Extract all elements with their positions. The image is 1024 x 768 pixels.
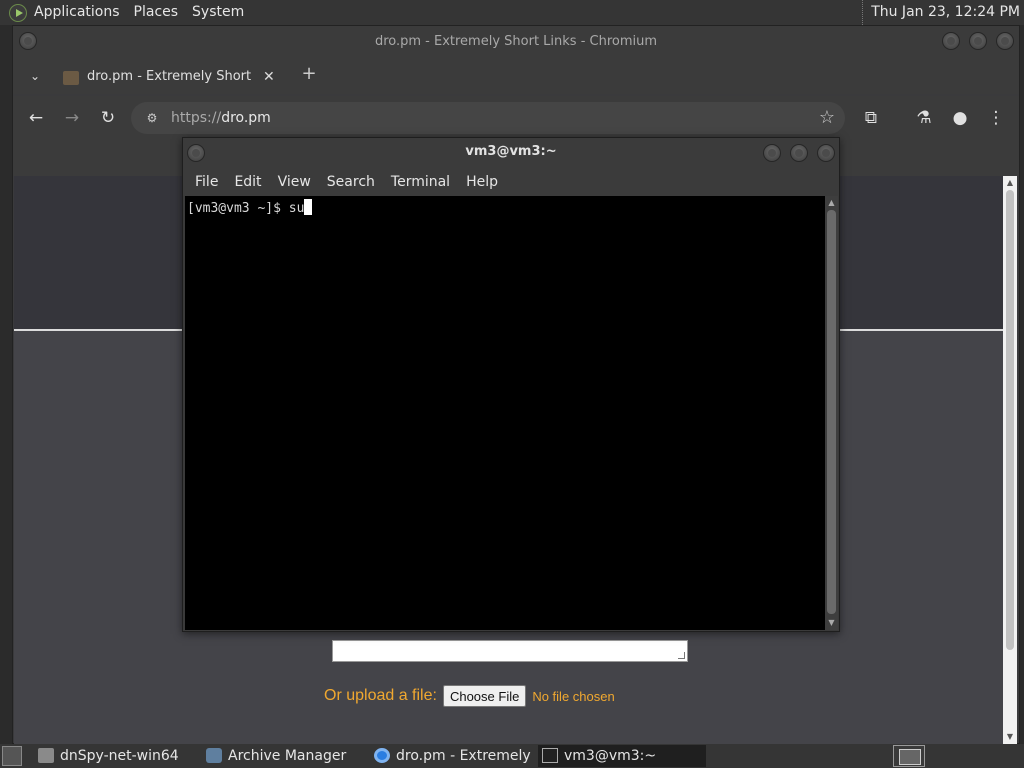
- terminal-cursor: [304, 199, 313, 215]
- maximize-button[interactable]: [969, 32, 987, 50]
- terminal-scroll-up-icon[interactable]: ▲: [825, 196, 838, 210]
- terminal-scroll-thumb[interactable]: [827, 210, 836, 614]
- scroll-thumb[interactable]: [1006, 190, 1014, 650]
- address-bar[interactable]: ⚙ https://dro.pm ☆: [131, 102, 845, 134]
- terminal-title: vm3@vm3:~: [465, 144, 557, 159]
- upload-row: Or upload a file: Choose File No file ch…: [324, 684, 615, 708]
- folder-icon: [38, 748, 54, 763]
- back-button[interactable]: ←: [24, 106, 48, 130]
- bottom-panel: dnSpy-net-win64 Archive Manager dro.pm -…: [0, 744, 1024, 768]
- page-scrollbar[interactable]: ▲ ▼: [1003, 176, 1017, 744]
- favicon-icon: [63, 71, 79, 85]
- tab-search-chevron-icon[interactable]: ⌄: [25, 66, 45, 86]
- panel-menu-system[interactable]: System: [185, 0, 251, 25]
- close-window-button[interactable]: [996, 32, 1014, 50]
- terminal-menubar: File Edit View Search Terminal Help: [183, 168, 839, 196]
- chromium-window-title: dro.pm - Extremely Short Links - Chromiu…: [374, 34, 658, 49]
- terminal-prompt-text: [vm3@vm3 ~]$ su: [187, 201, 305, 216]
- show-desktop-icon[interactable]: [2, 746, 22, 766]
- taskbar-item-terminal[interactable]: vm3@vm3:~: [538, 745, 706, 767]
- terminal-close-button[interactable]: [817, 144, 835, 162]
- link-textarea[interactable]: [332, 640, 688, 662]
- taskbar-item-dnspy[interactable]: dnSpy-net-win64: [34, 745, 200, 767]
- tab-title: dro.pm - Extremely Short Links: [87, 69, 255, 84]
- terminal-window: vm3@vm3:~ File Edit View Search Terminal…: [182, 137, 840, 632]
- terminal-minimize-button[interactable]: [763, 144, 781, 162]
- new-tab-button[interactable]: +: [299, 64, 319, 84]
- terminal-icon: [542, 748, 558, 763]
- terminal-scrollbar[interactable]: ▲ ▼: [825, 196, 838, 630]
- address-url[interactable]: https://dro.pm: [171, 102, 271, 134]
- taskbar-item-archive-manager[interactable]: Archive Manager: [202, 745, 368, 767]
- minimize-button[interactable]: [942, 32, 960, 50]
- terminal-maximize-button[interactable]: [790, 144, 808, 162]
- terminal-scroll-down-icon[interactable]: ▼: [825, 616, 838, 630]
- terminal-menu-search[interactable]: Search: [319, 168, 383, 196]
- workspace-switcher[interactable]: [893, 745, 925, 767]
- taskbar-label: vm3@vm3:~: [564, 748, 657, 764]
- forward-button[interactable]: →: [60, 106, 84, 130]
- no-file-status: No file chosen: [532, 688, 615, 704]
- scroll-down-arrow-icon[interactable]: ▼: [1003, 730, 1017, 744]
- taskbar-label: dnSpy-net-win64: [60, 748, 179, 764]
- taskbar-item-chromium[interactable]: dro.pm - Extremely ...: [370, 745, 536, 767]
- upload-label: Or upload a file:: [324, 687, 437, 704]
- terminal-menu-file[interactable]: File: [187, 168, 226, 196]
- labs-flask-icon[interactable]: ⚗: [912, 106, 936, 130]
- terminal-screen[interactable]: [vm3@vm3 ~]$ su: [185, 196, 827, 630]
- taskbar-label: Archive Manager: [228, 748, 347, 764]
- chromium-titlebar[interactable]: dro.pm - Extremely Short Links - Chromiu…: [13, 26, 1019, 58]
- url-scheme: https://: [171, 110, 222, 126]
- browser-menu-icon[interactable]: ⋮: [984, 106, 1008, 130]
- terminal-titlebar[interactable]: vm3@vm3:~: [183, 138, 839, 168]
- choose-file-button[interactable]: Choose File: [442, 685, 527, 707]
- terminal-menu-terminal[interactable]: Terminal: [383, 168, 458, 196]
- bookmark-star-icon[interactable]: ☆: [819, 107, 835, 128]
- tab-strip: ⌄ dro.pm - Extremely Short Links ✕ +: [13, 58, 1019, 94]
- terminal-menu-edit[interactable]: Edit: [226, 168, 269, 196]
- url-host: dro.pm: [221, 110, 271, 126]
- tab-dro-pm[interactable]: dro.pm - Extremely Short Links ✕: [53, 62, 288, 94]
- archive-icon: [206, 748, 222, 763]
- window-menu-button[interactable]: [19, 32, 37, 50]
- terminal-menu-help[interactable]: Help: [458, 168, 506, 196]
- browser-toolbar: ← → ↻ ⚙ https://dro.pm ☆ ⧉ ⚗ ● ⋮: [13, 96, 1019, 140]
- reload-button[interactable]: ↻: [96, 106, 120, 130]
- panel-menu-places[interactable]: Places: [127, 0, 186, 25]
- chromium-icon: [374, 748, 390, 763]
- extensions-icon[interactable]: ⧉: [859, 106, 883, 130]
- panel-menu-applications[interactable]: Applications: [27, 0, 127, 25]
- terminal-window-menu-button[interactable]: [187, 144, 205, 162]
- terminal-menu-view[interactable]: View: [270, 168, 319, 196]
- top-panel: Applications Places System Thu Jan 23, 1…: [0, 0, 1024, 25]
- site-settings-icon[interactable]: ⚙: [143, 109, 161, 127]
- tab-close-icon[interactable]: ✕: [263, 62, 279, 92]
- terminal-line: [vm3@vm3 ~]$ su: [187, 199, 313, 216]
- scroll-up-arrow-icon[interactable]: ▲: [1003, 176, 1017, 190]
- taskbar-label: dro.pm - Extremely ...: [396, 748, 536, 764]
- distro-logo-icon[interactable]: [9, 3, 27, 22]
- profile-avatar-icon[interactable]: ●: [948, 106, 972, 130]
- panel-clock[interactable]: Thu Jan 23, 12:24 PM: [862, 0, 1020, 25]
